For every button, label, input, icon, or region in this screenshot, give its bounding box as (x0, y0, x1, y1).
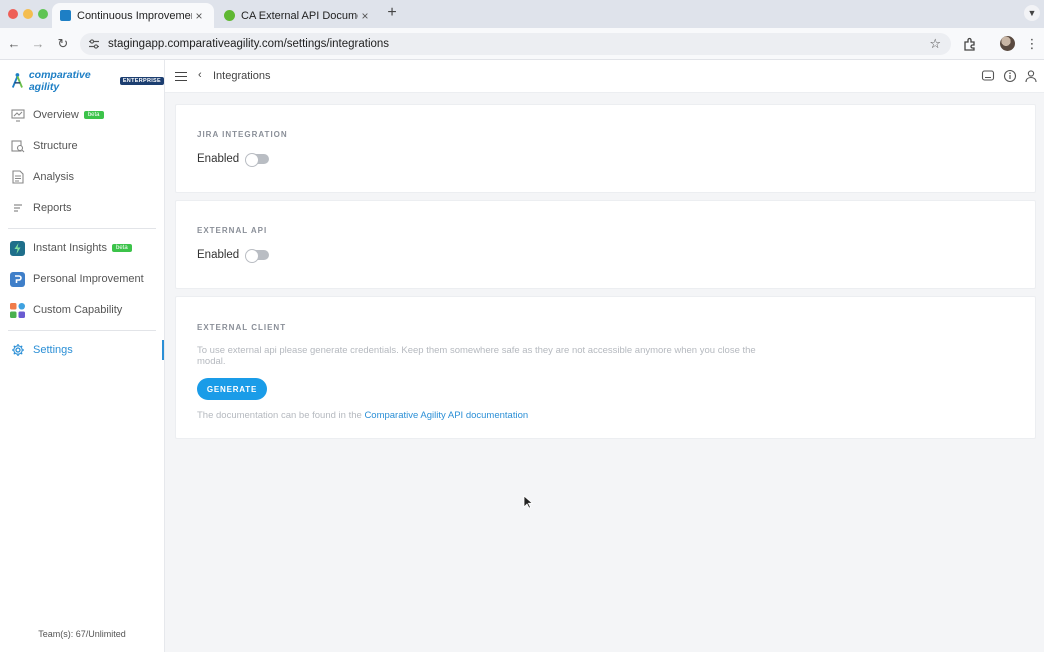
doc-prefix: The documentation can be found in the (197, 410, 362, 421)
new-tab-button[interactable]: + (384, 5, 400, 21)
back-chevron-icon[interactable]: ‹ (198, 69, 202, 81)
external-api-card: EXTERNAL API Enabled (175, 200, 1036, 289)
sidebar-item-label: Instant Insights (33, 242, 107, 254)
sidebar-item-label: Reports (33, 202, 72, 214)
reload-icon[interactable]: ↻ (55, 36, 71, 52)
structure-icon (10, 139, 25, 154)
lightning-icon (10, 240, 25, 256)
beta-badge: beta (83, 111, 104, 119)
card-title: EXTERNAL API (197, 226, 268, 235)
sidebar-item-analysis[interactable]: Analysis (0, 163, 164, 191)
jira-enabled-row: Enabled (197, 153, 270, 167)
address-bar[interactable]: stagingapp.comparativeagility.com/settin… (80, 33, 951, 55)
capability-grid-icon (10, 302, 25, 318)
logo-mark-icon (11, 73, 23, 88)
card-title: EXTERNAL CLIENT (197, 323, 287, 332)
docs-favicon-icon (224, 10, 235, 21)
tab-search-chevron-icon[interactable]: ▼ (1024, 5, 1040, 21)
main-content: ‹ Integrations JIRA INTEGRATION Enabled (165, 60, 1044, 652)
app-root: comparative agility ENTERPRISE Overview … (0, 60, 1044, 652)
team-count: Team(s): 67/Unlimited (38, 629, 126, 639)
brand-logo[interactable]: comparative agility ENTERPRISE (10, 69, 164, 93)
url-text: stagingapp.comparativeagility.com/settin… (108, 38, 390, 50)
sidebar-item-reports[interactable]: Reports (0, 194, 164, 222)
sidebar-item-label: Personal Improvement (33, 273, 144, 285)
toggle-label: Enabled (197, 249, 240, 261)
close-icon[interactable]: × (358, 9, 372, 23)
sidebar: comparative agility ENTERPRISE Overview … (0, 60, 165, 652)
sidebar-item-label: Structure (33, 140, 78, 152)
user-icon[interactable] (1024, 69, 1038, 83)
sidebar-item-label: Analysis (33, 171, 74, 183)
back-arrow-icon[interactable]: ← (6, 36, 22, 52)
page-title: Integrations (213, 70, 271, 82)
window-zoom-button[interactable] (38, 9, 48, 19)
api-documentation-link[interactable]: Comparative Agility API documentation (364, 410, 528, 421)
sidebar-item-label: Overview (33, 109, 79, 121)
sidebar-item-overview[interactable]: Overview beta (0, 101, 164, 129)
jira-enabled-toggle[interactable] (245, 153, 270, 167)
sidebar-item-structure[interactable]: Structure (0, 132, 164, 160)
window-close-button[interactable] (8, 9, 18, 19)
sidebar-item-settings[interactable]: Settings (0, 336, 164, 364)
card-title: JIRA INTEGRATION (197, 130, 288, 139)
sidebar-item-label: Custom Capability (33, 304, 123, 316)
browser-toolbar: ← → ↻ stagingapp.comparativeagility.com/… (0, 28, 1044, 60)
enterprise-badge: ENTERPRISE (119, 77, 164, 85)
toggle-label: Enabled (197, 153, 240, 165)
forward-arrow-icon[interactable]: → (30, 36, 46, 52)
personal-improvement-icon (10, 271, 25, 287)
sidebar-divider (8, 228, 156, 229)
document-icon (10, 170, 25, 185)
bookmark-star-icon[interactable]: ☆ (929, 36, 941, 52)
external-client-card: EXTERNAL CLIENT To use external api plea… (175, 296, 1036, 439)
documentation-line: The documentation can be found in the Co… (197, 410, 528, 421)
gear-icon (10, 343, 25, 358)
external-api-enabled-row: Enabled (197, 249, 270, 263)
browser-tab-inactive[interactable]: CA External API Documentati × (216, 3, 380, 28)
mouse-cursor-icon (523, 495, 533, 509)
logo-text: comparative agility (28, 69, 91, 93)
ca-favicon-icon (60, 10, 71, 21)
help-text: To use external api please generate cred… (197, 345, 756, 367)
external-api-enabled-toggle[interactable] (245, 249, 270, 263)
window-minimize-button[interactable] (23, 9, 33, 19)
extensions-puzzle-icon[interactable] (962, 36, 978, 52)
page-header: ‹ Integrations (165, 60, 1044, 93)
hamburger-menu-icon[interactable] (175, 69, 187, 83)
browser-tab-active[interactable]: Continuous Improvement and × (52, 3, 214, 28)
sidebar-item-personal-improvement[interactable]: Personal Improvement (0, 265, 164, 293)
ai-chat-icon[interactable] (981, 69, 995, 83)
sidebar-item-label: Settings (33, 344, 73, 356)
generate-button[interactable]: GENERATE (197, 378, 267, 400)
beta-badge: beta (112, 244, 132, 252)
monitor-icon (10, 108, 25, 123)
browser-tab-bar: Continuous Improvement and × CA External… (0, 0, 1044, 28)
tab-title: CA External API Documentati (241, 9, 358, 22)
kebab-menu-icon[interactable]: ⋮ (1024, 36, 1040, 52)
site-settings-icon[interactable] (88, 38, 100, 50)
sidebar-divider (8, 330, 156, 331)
profile-avatar[interactable] (1000, 36, 1015, 51)
sidebar-item-custom-capability[interactable]: Custom Capability (0, 296, 164, 324)
list-icon (10, 201, 25, 216)
info-icon[interactable] (1003, 69, 1017, 83)
jira-integration-card: JIRA INTEGRATION Enabled (175, 104, 1036, 193)
tab-title: Continuous Improvement and (77, 9, 192, 22)
sidebar-item-instant-insights[interactable]: Instant Insights beta (0, 234, 164, 262)
close-icon[interactable]: × (192, 9, 206, 23)
